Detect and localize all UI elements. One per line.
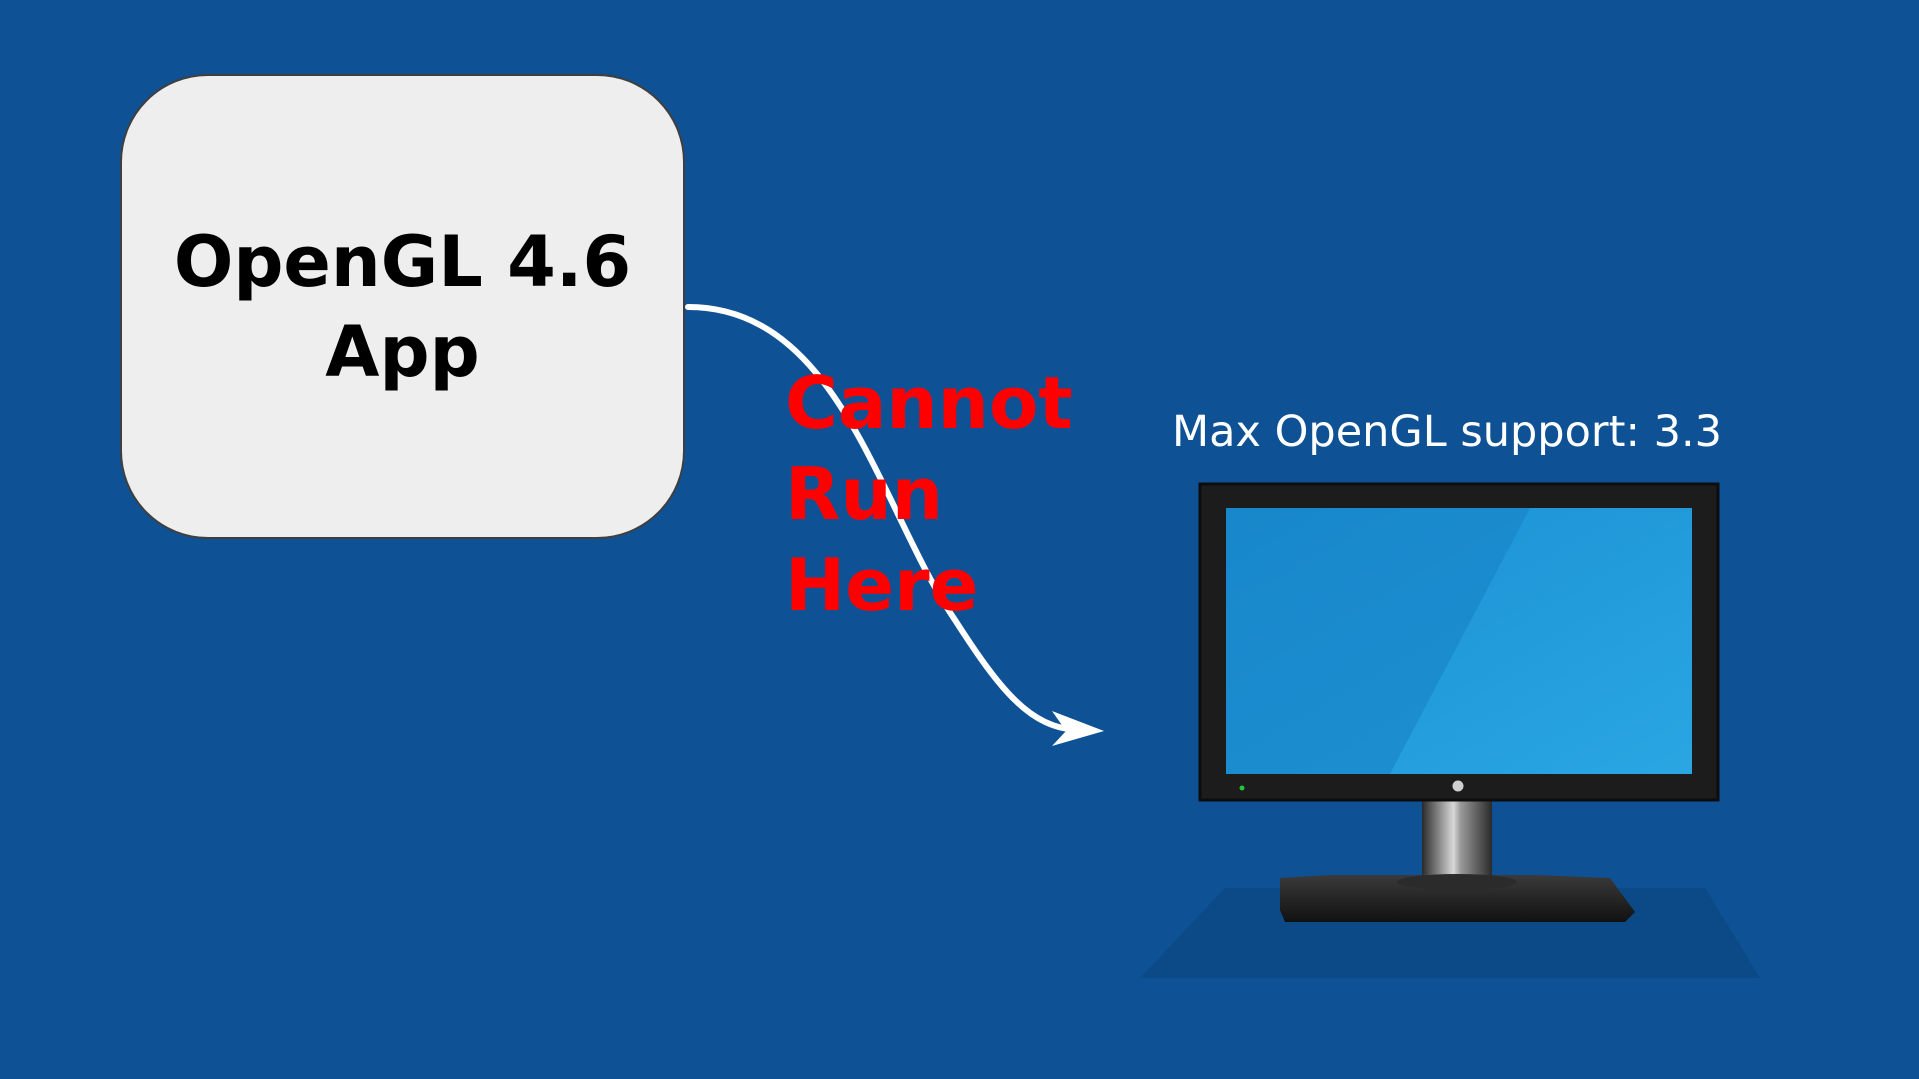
warning-line-1: Cannot [785, 361, 1073, 445]
cannot-run-warning: Cannot Run Here [785, 358, 1073, 631]
diagram-canvas: OpenGL 4.6 App Cannot Run Here Max OpenG… [0, 0, 1919, 1079]
warning-line-3: Here [785, 543, 979, 627]
warning-line-2: Run [785, 452, 943, 536]
monitor-neck [1422, 795, 1492, 883]
monitor-icon [1140, 482, 1760, 978]
monitor-logo-icon [1452, 780, 1464, 792]
power-led-icon [1239, 785, 1245, 791]
monitor-neck-foot [1397, 874, 1517, 890]
max-opengl-support-label: Max OpenGL support: 3.3 [1172, 407, 1722, 457]
